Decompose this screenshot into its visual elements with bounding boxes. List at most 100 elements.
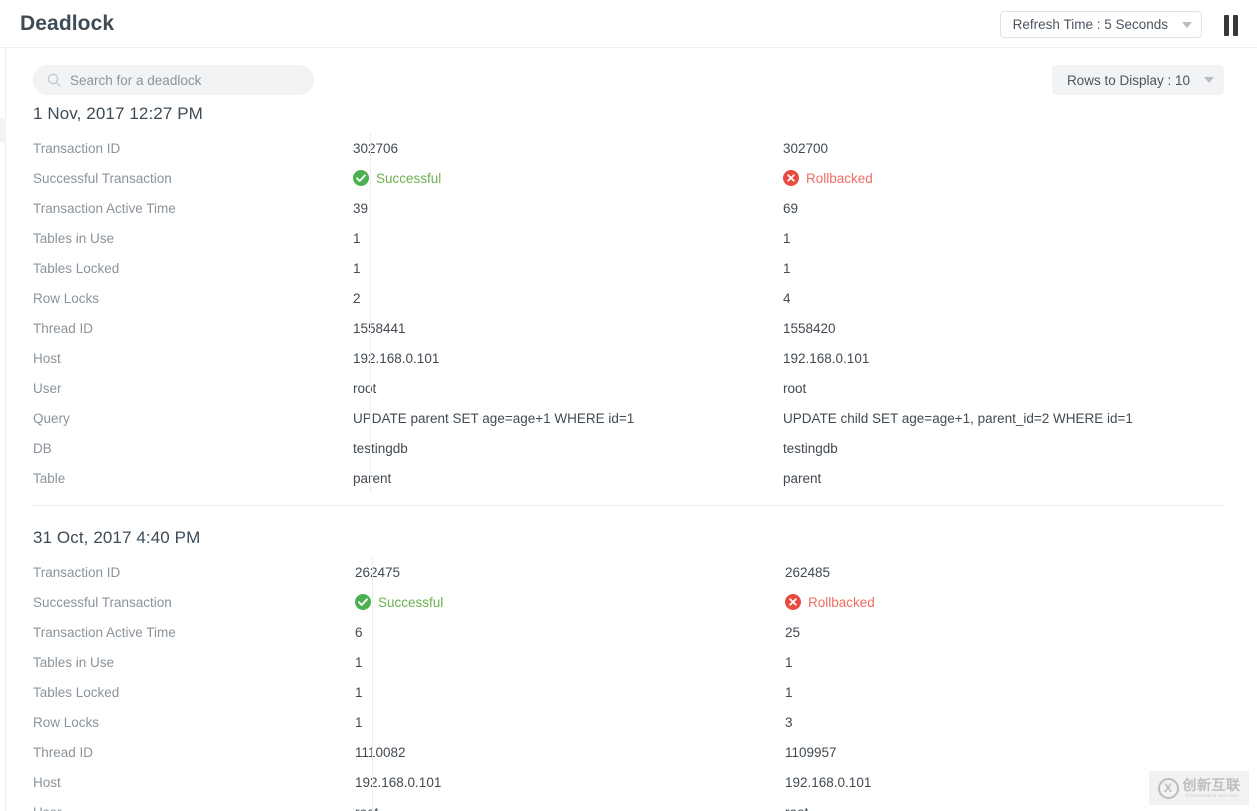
table-row: Thread ID 1558441 1558420 — [0, 313, 1257, 343]
row-value-txn2: 69 — [783, 200, 799, 216]
row-value-txn1: 1 — [353, 230, 361, 246]
row-value-txn1: 1 — [353, 260, 361, 276]
row-value-txn1: 6 — [355, 624, 363, 640]
table-row: User root root — [0, 373, 1257, 403]
row-value-txn1: 302706 — [353, 140, 399, 156]
status-label: Successful — [378, 594, 444, 610]
x-circle-icon — [785, 594, 801, 610]
row-value-txn1: 1 — [355, 714, 363, 730]
deadlock-block: 31 Oct, 2017 4:40 PM Transaction ID 2624… — [0, 510, 1257, 811]
watermark: X 创新互联 CHUANGXIN HULIAN — [1149, 771, 1249, 805]
row-value-txn1: parent — [353, 470, 392, 486]
deadlock-rows: Transaction ID 262475 262485 Successful … — [0, 557, 1257, 811]
row-value-txn2: root — [785, 805, 1257, 811]
refresh-time-label: Refresh Time : 5 Seconds — [1012, 17, 1168, 32]
status-badge-success: Successful — [353, 170, 441, 186]
table-row: Thread ID 1110082 1109957 — [0, 737, 1257, 767]
table-row: Row Locks 2 4 — [0, 283, 1257, 313]
row-value-txn2: 1 — [783, 230, 791, 246]
search-box[interactable] — [33, 65, 314, 95]
check-circle-icon — [355, 594, 371, 610]
status-badge-rollbacked: Rollbacked — [783, 170, 873, 186]
watermark-logo-icon: X — [1157, 777, 1179, 799]
table-row: Successful Transaction Successful Rollba… — [0, 587, 1257, 617]
deadlock-timestamp: 1 Nov, 2017 12:27 PM — [33, 104, 203, 123]
row-value-txn2: 1558420 — [783, 320, 836, 336]
row-value-txn1: UPDATE parent SET age=age+1 WHERE id=1 — [353, 410, 635, 426]
deadlock-block: 1 Nov, 2017 12:27 PM Transaction ID 3027… — [0, 104, 1257, 510]
check-circle-icon — [353, 170, 369, 186]
deadlock-rows: Transaction ID 302706 302700 Successful … — [0, 133, 1257, 493]
watermark-en-text: CHUANGXIN HULIAN — [1185, 792, 1238, 798]
row-value-txn2: 1 — [785, 654, 793, 670]
row-value-txn1: 192.168.0.101 — [355, 774, 442, 790]
status-label: Successful — [376, 170, 442, 186]
rows-to-display-select[interactable]: Rows to Display : 10 — [1051, 65, 1224, 95]
watermark-cn-text: 创新互联 — [1182, 776, 1241, 793]
table-row: Host 192.168.0.101 192.168.0.101 — [0, 767, 1257, 797]
row-label: Successful Transaction — [33, 594, 172, 610]
row-label: Transaction ID — [33, 564, 121, 580]
row-label: Tables Locked — [33, 260, 120, 276]
watermark-text: 创新互联 CHUANGXIN HULIAN — [1183, 778, 1241, 799]
table-row: Transaction Active Time 6 25 — [0, 617, 1257, 647]
table-row: Transaction ID 302706 302700 — [0, 133, 1257, 163]
column-divider — [370, 133, 371, 493]
row-value-txn1: 39 — [353, 200, 369, 216]
row-value-txn2: parent — [783, 470, 822, 486]
rows-to-display-label: Rows to Display : 10 — [1066, 72, 1190, 88]
pause-icon-bar-left — [1224, 14, 1229, 36]
row-label: Thread ID — [33, 744, 94, 760]
row-value-txn1: root — [355, 805, 785, 811]
pause-icon-bar-right — [1233, 14, 1238, 36]
row-value-txn2: UPDATE child SET age=age+1, parent_id=2 … — [783, 410, 1133, 426]
status-badge-rollbacked: Rollbacked — [785, 594, 875, 610]
row-value-txn2: root — [783, 380, 807, 396]
row-value-txn2: 4 — [783, 290, 791, 306]
row-value-txn1: 1 — [355, 684, 363, 700]
row-value-txn2: 3 — [785, 714, 793, 730]
column-divider — [372, 557, 373, 811]
table-row: Transaction ID 262475 262485 — [0, 557, 1257, 587]
row-label: Transaction Active Time — [33, 624, 176, 640]
row-value-txn2: 192.168.0.101 — [783, 350, 870, 366]
row-label: Transaction Active Time — [33, 200, 176, 216]
search-input[interactable] — [70, 72, 300, 88]
row-value-txn1: 2 — [353, 290, 361, 306]
table-row: Query UPDATE parent SET age=age+1 WHERE … — [0, 403, 1257, 433]
table-row: Tables in Use 1 1 — [0, 223, 1257, 253]
row-label: Thread ID — [33, 320, 94, 336]
chevron-down-icon — [1168, 21, 1192, 28]
pause-button[interactable] — [1218, 12, 1244, 38]
row-label: Host — [33, 774, 61, 790]
row-value-txn1: Successful — [355, 594, 785, 610]
status-label: Rollbacked — [806, 170, 873, 186]
row-label: User — [0, 805, 355, 811]
row-label: Host — [33, 350, 61, 366]
row-value-txn2: testingdb — [783, 440, 838, 456]
row-label: Tables Locked — [33, 684, 120, 700]
row-value-txn2: 25 — [785, 624, 801, 640]
refresh-time-select[interactable]: Refresh Time : 5 Seconds — [999, 11, 1202, 38]
row-label: Row Locks — [33, 290, 100, 306]
table-row: Tables in Use 1 1 — [0, 647, 1257, 677]
row-label: Tables in Use — [33, 230, 115, 246]
row-value-txn2: 1109957 — [785, 744, 837, 760]
row-value-txn1: 1558441 — [353, 320, 406, 336]
row-label: Query — [33, 410, 70, 426]
row-value-txn2: 262485 — [785, 564, 831, 580]
row-label: DB — [33, 440, 52, 456]
deadlock-timestamp: 31 Oct, 2017 4:40 PM — [33, 528, 201, 547]
table-row: User root root — [0, 797, 1257, 811]
row-value-txn2: 1 — [783, 260, 791, 276]
top-bar: Deadlock Refresh Time : 5 Seconds — [0, 0, 1257, 48]
table-row: Successful Transaction Successful Rollba… — [0, 163, 1257, 193]
table-row: Table parent parent — [0, 463, 1257, 493]
table-row: Tables Locked 1 1 — [0, 253, 1257, 283]
status-label: Rollbacked — [808, 594, 875, 610]
table-row: Tables Locked 1 1 — [0, 677, 1257, 707]
row-label: Tables in Use — [33, 654, 115, 670]
status-badge-success: Successful — [355, 594, 443, 610]
deadlock-page: Deadlock Refresh Time : 5 Seconds Rows t… — [0, 0, 1257, 811]
table-row: Transaction Active Time 39 69 — [0, 193, 1257, 223]
